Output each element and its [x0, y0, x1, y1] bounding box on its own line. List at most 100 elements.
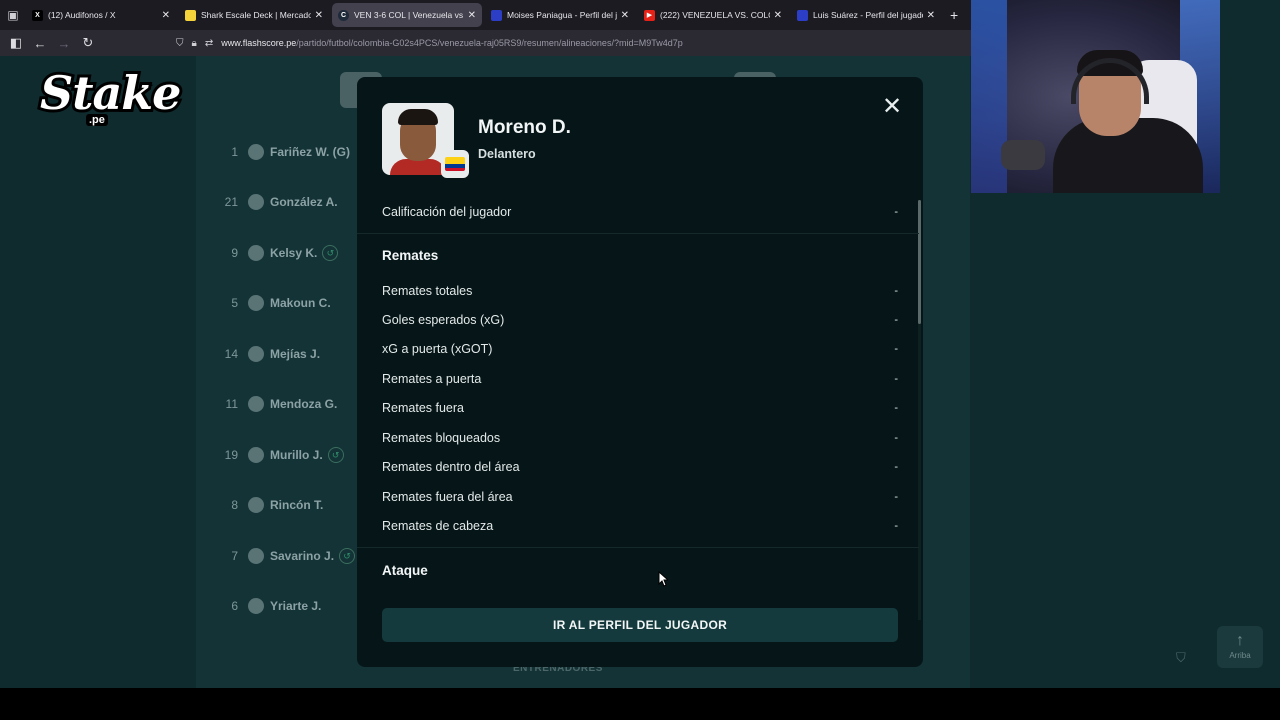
url-bar[interactable]: ⛉ 🔒︎ ⇄ www.flashscore.pe /partido/futbol…: [176, 33, 968, 53]
substitution-icon: ↺: [339, 548, 356, 564]
close-tab-icon[interactable]: ✕: [927, 10, 935, 21]
browser-tab[interactable]: Shark Escale Deck | MercadoLibre ✕: [179, 3, 329, 27]
tab-title: (12) Audifonos / X: [48, 10, 116, 20]
player-number: 1: [231, 145, 238, 159]
scroll-to-top-button[interactable]: ↑ Arriba: [1217, 626, 1263, 668]
permissions-icon[interactable]: ⇄: [205, 38, 213, 49]
club-crest-icon: [248, 497, 264, 513]
player-name[interactable]: Savarino J.: [270, 549, 334, 563]
club-crest-icon: [248, 598, 264, 614]
stake-logo-suffix: .pe: [86, 114, 108, 126]
sidebar-toggle-icon[interactable]: ◧: [4, 31, 28, 55]
back-arrow-icon[interactable]: ←: [28, 31, 52, 55]
stat-value: -: [894, 461, 898, 473]
stat-row: Remates a puerta -: [382, 368, 898, 390]
lineup-row[interactable]: 1 Fariñez W. (G): [216, 140, 366, 164]
stat-value: -: [894, 432, 898, 444]
stats-scroll-area[interactable]: Calificación del jugador - Remates Remat…: [357, 195, 923, 607]
stat-label: Remates a puerta: [382, 372, 482, 386]
lineup-row[interactable]: 5 Makoun C.: [216, 291, 366, 315]
close-tab-icon[interactable]: ✕: [621, 10, 629, 21]
lineup-row[interactable]: 14 Mejías J.: [216, 342, 366, 366]
tab-title: Luis Suárez - Perfil del jugador: [813, 10, 923, 20]
new-tab-icon[interactable]: +: [950, 7, 958, 23]
lineup-row[interactable]: 6 Yriarte J.: [216, 594, 366, 618]
scroll-to-top-label: Arriba: [1229, 651, 1251, 660]
close-icon[interactable]: ✕: [881, 95, 903, 119]
player-number: 6: [231, 599, 238, 613]
stat-row: Goles esperados (xG) -: [382, 309, 898, 331]
shield-icon[interactable]: ⛉: [176, 38, 184, 49]
mercadolibre-icon: [185, 9, 196, 21]
player-name[interactable]: Mejías J.: [270, 347, 320, 361]
player-number: 19: [224, 448, 238, 462]
divider: [357, 233, 919, 234]
stat-value: -: [894, 314, 898, 326]
lineup-row[interactable]: 9 Kelsy K. ↺: [216, 241, 366, 265]
player-number: 9: [231, 246, 238, 260]
screen-bottom-bar: [0, 688, 1280, 720]
youtube-icon: ▶: [644, 9, 655, 21]
go-to-player-profile-button[interactable]: IR AL PERFIL DEL JUGADOR: [382, 608, 898, 642]
stat-label: Remates fuera del área: [382, 490, 513, 504]
lineup-row[interactable]: 19 Murillo J. ↺: [216, 443, 366, 467]
stat-row-rating: Calificación del jugador -: [382, 201, 898, 223]
lineup-row[interactable]: 21 González A.: [216, 190, 366, 214]
stat-label: Remates fuera: [382, 401, 464, 415]
nationality-badge: [441, 150, 469, 178]
stat-value: -: [894, 373, 898, 385]
close-tab-icon[interactable]: ✕: [468, 10, 476, 21]
stake-logo: Stake: [37, 63, 184, 123]
page-background-right: [1220, 0, 1280, 193]
browser-tab[interactable]: Luis Suárez - Perfil del jugador ✕: [791, 3, 941, 27]
stat-label: Remates totales: [382, 284, 473, 298]
colombia-flag-icon: [445, 157, 465, 171]
player-number: 21: [224, 195, 238, 209]
stat-row: Remates totales -: [382, 280, 898, 302]
stat-row: Remates fuera -: [382, 397, 898, 419]
stat-label: Calificación del jugador: [382, 205, 512, 219]
club-crest-icon: [248, 548, 264, 564]
browser-tab-active[interactable]: C VEN 3-6 COL | Venezuela vs Colombia ✕: [332, 3, 482, 27]
stat-value: -: [894, 206, 898, 218]
browser-tab[interactable]: ▶ (222) VENEZUELA VS. COLOMBIA ✕: [638, 3, 788, 27]
player-photo-hair: [398, 109, 438, 125]
lineup-row[interactable]: 8 Rincón T.: [216, 493, 366, 517]
url-host: www.flashscore.pe: [221, 38, 297, 48]
lineup-row[interactable]: 7 Savarino J. ↺: [216, 544, 366, 568]
stat-row: Remates dentro del área -: [382, 456, 898, 478]
x-logo-icon: X: [32, 9, 43, 21]
club-crest-icon: [248, 447, 264, 463]
reload-icon[interactable]: ↻: [76, 31, 100, 55]
player-name[interactable]: Fariñez W. (G): [270, 145, 350, 159]
player-name[interactable]: Makoun C.: [270, 296, 331, 310]
shield-check-icon[interactable]: ⛉: [1176, 650, 1186, 666]
webcam-overlay: [971, 0, 1220, 193]
forward-arrow-icon[interactable]: →: [52, 31, 76, 55]
arrow-up-icon: ↑: [1236, 632, 1244, 649]
stat-label: Remates dentro del área: [382, 460, 520, 474]
player-name[interactable]: Rincón T.: [270, 498, 323, 512]
lineup-row[interactable]: 11 Mendoza G.: [216, 392, 366, 416]
section-title-remates: Remates: [382, 248, 439, 263]
player-name[interactable]: Yriarte J.: [270, 599, 321, 613]
lock-icon[interactable]: 🔒︎: [192, 38, 197, 49]
player-name[interactable]: González A.: [270, 195, 338, 209]
tab-list-icon[interactable]: ▣: [0, 0, 26, 30]
player-name[interactable]: Murillo J.: [270, 448, 323, 462]
club-crest-icon: [248, 396, 264, 412]
player-name[interactable]: Mendoza G.: [270, 397, 337, 411]
player-name[interactable]: Kelsy K.: [270, 246, 317, 260]
close-tab-icon[interactable]: ✕: [162, 10, 170, 21]
close-tab-icon[interactable]: ✕: [315, 10, 323, 21]
close-tab-icon[interactable]: ✕: [774, 10, 782, 21]
stat-row: xG a puerta (xGOT) -: [382, 338, 898, 360]
stat-value: -: [894, 520, 898, 532]
stat-row: Remates de cabeza -: [382, 515, 898, 537]
browser-tab-bar: ▣ X (12) Audifonos / X ✕ Shark Escale De…: [0, 0, 972, 30]
browser-tab[interactable]: X (12) Audifonos / X ✕: [26, 3, 176, 27]
stat-label: Remates de cabeza: [382, 519, 494, 533]
stat-row: Remates bloqueados -: [382, 427, 898, 449]
stat-value: -: [894, 343, 898, 355]
browser-tab[interactable]: Moises Paniagua - Perfil del jugador ✕: [485, 3, 635, 27]
